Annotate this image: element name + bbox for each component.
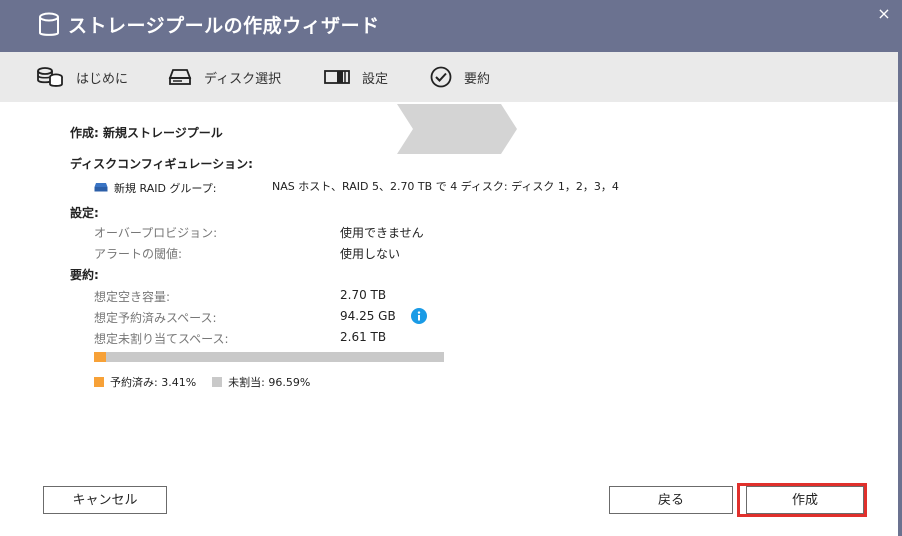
wizard-steps: はじめに ディスク選択 設定 要約 <box>0 52 898 154</box>
create-button-highlight: 作成 <box>737 483 867 517</box>
reserved-swatch <box>94 377 104 387</box>
alert-threshold-label: アラートの閾値: <box>94 247 183 261</box>
step-settings: 設定 <box>324 52 388 102</box>
summary-heading: 要約: <box>70 268 99 282</box>
step-label: 設定 <box>362 71 389 87</box>
usage-bar-reserved <box>94 352 106 362</box>
settings-heading: 設定: <box>70 206 99 220</box>
free-capacity-value: 2.70 TB <box>340 288 387 302</box>
legend-unallocated: 未割当: 96.59% <box>212 374 310 390</box>
raid-group-icon <box>94 182 108 195</box>
reserved-space-label: 想定予約済みスペース: <box>94 311 217 325</box>
disk-drive-icon <box>168 68 192 86</box>
overprovision-value: 使用できません <box>340 226 424 240</box>
raid-group-label: 新規 RAID グループ: <box>114 182 217 195</box>
create-button[interactable]: 作成 <box>746 486 864 514</box>
cancel-button[interactable]: キャンセル <box>43 486 167 514</box>
unallocated-space-value: 2.61 TB <box>340 330 387 344</box>
legend-reserved: 予約済み: 3.41% <box>94 374 196 390</box>
summary-panel: 作成: 新規ストレージプール ディスクコンフィギュレーション: 新規 RAID … <box>0 102 898 536</box>
disk-config-heading: ディスクコンフィギュレーション: <box>70 157 253 171</box>
reserved-space-value: 94.25 GB <box>340 309 396 323</box>
info-icon[interactable] <box>411 308 427 328</box>
overprovision-label: オーバープロビジョン: <box>94 226 218 240</box>
alert-threshold-value: 使用しない <box>340 247 401 261</box>
legend-reserved-text: 予約済み: 3.41% <box>110 376 197 389</box>
title-bar: ストレージプールの作成ウィザード × <box>0 0 902 52</box>
back-button[interactable]: 戻る <box>609 486 733 514</box>
legend-unallocated-text: 未割当: 96.59% <box>228 376 311 389</box>
active-step-highlight <box>397 104 517 154</box>
unallocated-swatch <box>212 377 223 387</box>
close-icon[interactable]: × <box>876 6 892 22</box>
raid-group-row: 新規 RAID グループ: <box>94 180 216 196</box>
raid-group-value: NAS ホスト、RAID 5、2.70 TB で 4 ディスク: ディスク 1，… <box>272 180 619 193</box>
step-label: ディスク選択 <box>204 71 282 87</box>
database-stack-icon <box>36 66 64 88</box>
step-intro: はじめに <box>36 52 128 102</box>
create-heading: 作成: 新規ストレージプール <box>70 126 223 140</box>
unallocated-space-label: 想定未割り当てスペース: <box>94 332 229 346</box>
free-capacity-label: 想定空き容量: <box>94 290 171 304</box>
step-disk-select: ディスク選択 <box>168 52 281 102</box>
settings-bar-icon <box>324 69 350 85</box>
window-border <box>898 52 902 536</box>
window-title: ストレージプールの作成ウィザード <box>68 15 380 37</box>
check-circle-icon <box>430 66 452 88</box>
database-icon <box>38 12 60 42</box>
step-summary: 要約 <box>430 52 490 102</box>
step-label: 要約 <box>464 71 491 87</box>
step-label: はじめに <box>76 71 129 87</box>
usage-legend: 予約済み: 3.41% 未割当: 96.59% <box>94 374 326 390</box>
usage-bar <box>94 352 444 362</box>
